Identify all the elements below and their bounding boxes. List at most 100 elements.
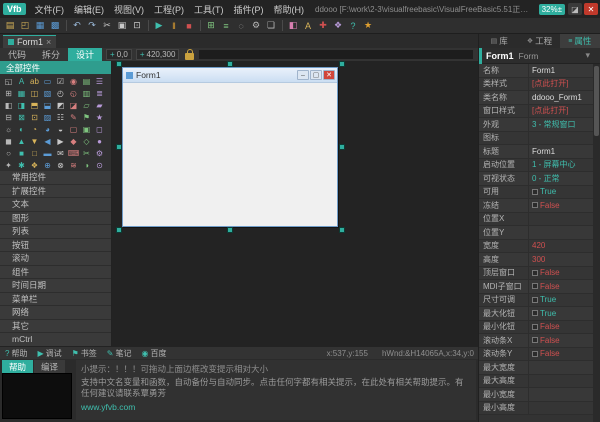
- property-value[interactable]: [529, 388, 593, 401]
- resize-handle[interactable]: [227, 227, 233, 233]
- property-row[interactable]: 尺寸可调 True: [479, 293, 593, 307]
- bottom-tab-帮助[interactable]: 帮助: [2, 360, 34, 374]
- doc-tab-form1[interactable]: Form1 ×: [3, 35, 57, 48]
- control-icon[interactable]: ■: [15, 147, 28, 159]
- control-icon[interactable]: A: [15, 75, 28, 87]
- search-icon[interactable]: ◌: [234, 19, 248, 33]
- settings-icon[interactable]: ⚙: [249, 19, 263, 33]
- control-icon[interactable]: ◩: [54, 99, 67, 111]
- maximize-button[interactable]: ▢: [310, 70, 322, 80]
- control-icon[interactable]: ◼: [2, 135, 15, 147]
- toolbox-category[interactable]: 文本: [0, 198, 111, 212]
- control-icon[interactable]: ▨: [41, 111, 54, 123]
- control-icon[interactable]: ◒: [54, 123, 67, 135]
- property-value[interactable]: 1 - 屏幕中心: [529, 159, 593, 172]
- property-value[interactable]: False: [529, 348, 593, 361]
- menu-item[interactable]: 帮助(H): [269, 3, 310, 16]
- control-icon[interactable]: ☑: [54, 75, 67, 87]
- control-icon[interactable]: ≋: [67, 159, 80, 171]
- run-icon[interactable]: ▶: [152, 19, 166, 33]
- property-value[interactable]: [529, 132, 593, 145]
- toolbox-category[interactable]: 滚动: [0, 252, 111, 266]
- status-item-帮助[interactable]: ? 帮助: [0, 348, 32, 359]
- property-value[interactable]: 300: [529, 253, 593, 266]
- property-row[interactable]: 冻结 False: [479, 199, 593, 213]
- control-icon[interactable]: ▦: [15, 87, 28, 99]
- property-value[interactable]: Form1: [529, 64, 593, 77]
- redo-icon[interactable]: ↷: [85, 19, 99, 33]
- close-button[interactable]: ✕: [323, 70, 335, 80]
- control-icon[interactable]: ◫: [28, 87, 41, 99]
- property-row[interactable]: 类名称 ddooo_Form1: [479, 91, 593, 105]
- toolbox-header[interactable]: 全部控件: [0, 61, 111, 74]
- form-titlebar[interactable]: Form1 – ▢ ✕: [123, 68, 337, 83]
- resize-handle[interactable]: [116, 144, 122, 150]
- control-icon[interactable]: ✱: [15, 159, 28, 171]
- menu-item[interactable]: 视图(V): [109, 3, 149, 16]
- output-console[interactable]: [2, 373, 72, 419]
- property-row[interactable]: 图标: [479, 131, 593, 145]
- menu-item[interactable]: 插件(P): [229, 3, 269, 16]
- control-icon[interactable]: ab: [28, 75, 41, 87]
- property-value[interactable]: True: [529, 294, 593, 307]
- property-row[interactable]: 位置X: [479, 212, 593, 226]
- property-value[interactable]: [529, 226, 593, 239]
- star-icon[interactable]: ★: [361, 19, 375, 33]
- control-icon[interactable]: ▭: [41, 75, 54, 87]
- toolbox-category[interactable]: 组件: [0, 265, 111, 279]
- lock-icon[interactable]: [185, 48, 195, 60]
- control-icon[interactable]: ▢: [67, 123, 80, 135]
- control-icon[interactable]: ☼: [2, 123, 15, 135]
- property-value[interactable]: [529, 213, 593, 226]
- toolbox-category[interactable]: 时间日期: [0, 279, 111, 293]
- toolbox-category[interactable]: 常用控件: [0, 171, 111, 185]
- property-row[interactable]: 外观 3 - 常规窗口: [479, 118, 593, 132]
- panel-tab-工程[interactable]: ❖ 工程: [519, 34, 559, 48]
- toolbox-category[interactable]: 扩展控件: [0, 184, 111, 198]
- control-icon[interactable]: ✎: [67, 111, 80, 123]
- scrollbar[interactable]: [593, 64, 600, 422]
- property-value[interactable]: [点此打开]: [529, 105, 593, 118]
- control-icon[interactable]: ◱: [2, 75, 15, 87]
- property-row[interactable]: 最大化钮 True: [479, 307, 593, 321]
- control-icon[interactable]: ★: [93, 111, 106, 123]
- control-icon[interactable]: ≣: [93, 87, 106, 99]
- property-row[interactable]: 标题 Form1: [479, 145, 593, 159]
- plugin-icon[interactable]: ✚: [316, 19, 330, 33]
- control-icon[interactable]: ☰: [93, 75, 106, 87]
- property-row[interactable]: 滚动条Y False: [479, 347, 593, 361]
- control-icon[interactable]: ✂: [80, 147, 93, 159]
- panel-tab-属性[interactable]: ≡ 属性: [559, 34, 600, 48]
- control-icon[interactable]: ◔: [28, 123, 41, 135]
- resize-handle[interactable]: [116, 227, 122, 233]
- control-icon[interactable]: ⊗: [54, 159, 67, 171]
- control-icon[interactable]: ⊕: [41, 159, 54, 171]
- designed-form[interactable]: Form1 – ▢ ✕: [122, 67, 338, 227]
- toolbox-category[interactable]: mCtrl: [0, 333, 111, 346]
- paste-icon[interactable]: ⊡: [130, 19, 144, 33]
- pin-button[interactable]: ◪: [568, 3, 582, 15]
- status-item-书签[interactable]: ⚑ 书签: [67, 348, 102, 359]
- toolbox-category[interactable]: 网络: [0, 306, 111, 320]
- resize-handle[interactable]: [116, 61, 122, 67]
- control-icon[interactable]: ◪: [67, 99, 80, 111]
- view-tab-拆分[interactable]: 拆分: [34, 48, 68, 61]
- bottom-tab-编译[interactable]: 编译: [34, 360, 66, 374]
- control-icon[interactable]: ▱: [80, 99, 93, 111]
- undo-icon[interactable]: ↶: [70, 19, 84, 33]
- toolbox-category[interactable]: 菜单栏: [0, 292, 111, 306]
- font-icon[interactable]: A: [301, 19, 315, 33]
- chevron-down-icon[interactable]: ▾: [585, 50, 590, 61]
- component-icon[interactable]: ❖: [331, 19, 345, 33]
- control-icon[interactable]: ◧: [2, 99, 15, 111]
- control-icon[interactable]: ○: [2, 147, 15, 159]
- property-value[interactable]: Form1: [529, 145, 593, 158]
- new-file-icon[interactable]: ▤: [3, 19, 17, 33]
- resize-handle[interactable]: [227, 61, 233, 67]
- toolbox-category[interactable]: 图形: [0, 211, 111, 225]
- close-button[interactable]: ✕: [584, 3, 598, 15]
- control-icon[interactable]: ❖: [28, 159, 41, 171]
- property-value[interactable]: False: [529, 334, 593, 347]
- control-icon[interactable]: ◴: [54, 87, 67, 99]
- property-row[interactable]: MDI子窗口 False: [479, 280, 593, 294]
